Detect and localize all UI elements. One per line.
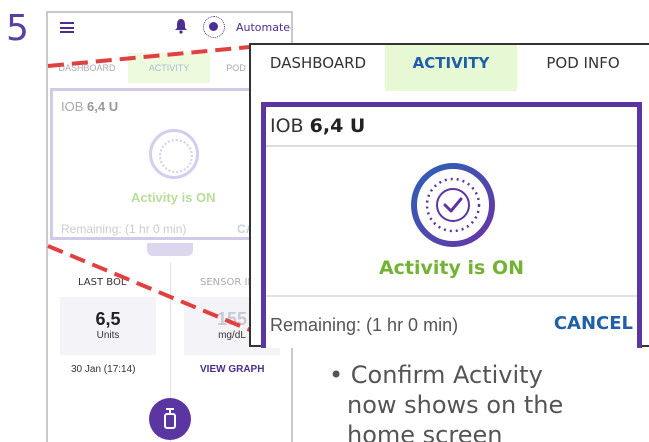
phone-iob: IOB 6,4 U (61, 99, 119, 114)
last-bolus-title: LAST BOL (78, 277, 127, 288)
last-bolus-value: 6,5 (95, 309, 121, 329)
remaining-time: Remaining: (1 hr 0 min) (270, 315, 459, 335)
sensor-title: SENSOR IN (200, 277, 255, 288)
activity-check-icon (411, 163, 495, 247)
phone-activity-check-icon (149, 129, 199, 179)
menu-icon[interactable] (60, 22, 74, 33)
step-number: 5 (6, 8, 29, 49)
activity-card: IOB 6,4 U Activity is ON Remaining: (1 h… (261, 102, 642, 348)
activity-status: Activity is ON (378, 257, 525, 279)
bolus-icon (164, 408, 176, 429)
tab-dashboard[interactable]: DASHBOARD (251, 45, 385, 91)
zoomed-panel: DASHBOARD ACTIVITY POD INFO IOB 6,4 U Ac… (249, 43, 649, 348)
phone-activity-status: Activity is ON (131, 190, 216, 205)
instruction-caption: • Confirm Activity now shows on the home… (329, 360, 563, 442)
bolus-button[interactable] (149, 398, 191, 440)
tab-activity[interactable]: ACTIVITY (385, 45, 517, 91)
caption-line-2: now shows on the (347, 391, 564, 419)
tab-pod-info[interactable]: POD INFO (517, 45, 649, 91)
page-indicator[interactable] (147, 243, 193, 256)
caption-line-1: Confirm Activity (350, 361, 543, 389)
card-footer: Remaining: (1 hr 0 min) CANCEL (266, 295, 637, 353)
caption-line-3: home screen (347, 421, 503, 442)
iob-display: IOB 6,4 U (270, 115, 366, 137)
mode-status-label: Automated (236, 21, 293, 34)
bell-icon[interactable] (174, 18, 188, 34)
bullet: • (329, 361, 351, 389)
last-bolus-unit: Units (96, 330, 120, 341)
phone-tab-activity[interactable]: ACTIVITY (128, 53, 210, 83)
cancel-button[interactable]: CANCEL (554, 313, 633, 334)
automated-mode-icon (203, 16, 225, 38)
last-bolus-tile: 6,5 Units (60, 297, 156, 355)
last-bolus-date: 30 Jan (17:14) (71, 364, 136, 375)
view-graph-link[interactable]: VIEW GRAPH (200, 364, 264, 375)
phone-tab-dashboard[interactable]: DASHBOARD (48, 53, 126, 83)
phone-remaining-time: Remaining: (1 hr 0 min) (61, 222, 187, 236)
phone-header: Automated (48, 13, 291, 43)
iob-row: IOB 6,4 U (266, 107, 637, 147)
